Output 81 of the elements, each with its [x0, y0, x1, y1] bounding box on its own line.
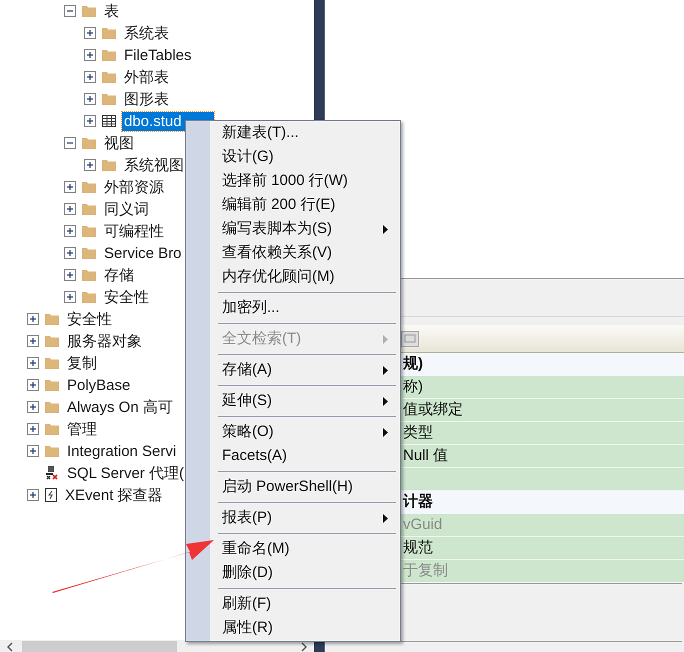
expand-icon[interactable] [64, 291, 76, 303]
expand-icon[interactable] [84, 115, 96, 127]
expand-icon[interactable] [84, 93, 96, 105]
expand-icon[interactable] [84, 159, 96, 171]
expand-icon[interactable] [27, 335, 39, 347]
menu-item[interactable]: 属性(R) [186, 616, 400, 640]
expand-icon[interactable] [64, 247, 76, 259]
collapse-icon[interactable] [64, 137, 76, 149]
expand-icon[interactable] [84, 27, 96, 39]
tree-item[interactable]: 表 [102, 2, 121, 20]
tree-item[interactable]: 外部表 [122, 68, 171, 86]
folder-icon [82, 247, 96, 259]
expand-icon[interactable] [27, 379, 39, 391]
table-icon [102, 115, 116, 127]
folder-icon [102, 49, 116, 61]
property-pages-icon[interactable] [401, 330, 419, 346]
tree-item[interactable]: 同义词 [102, 200, 151, 218]
tree-item[interactable]: PolyBase [65, 376, 132, 394]
folder-icon [45, 379, 59, 391]
expand-icon[interactable] [27, 445, 39, 457]
tree-item[interactable]: 安全性 [65, 310, 114, 328]
scrollbar-thumb[interactable] [22, 641, 177, 652]
tree-item[interactable]: Always On 高可 [65, 398, 175, 416]
folder-icon [82, 269, 96, 281]
tree-item[interactable]: 系统视图 [122, 156, 186, 174]
folder-icon [82, 225, 96, 237]
folder-icon [82, 203, 96, 215]
tree-item[interactable]: 存储 [102, 266, 136, 284]
expand-icon[interactable] [64, 269, 76, 281]
folder-icon [82, 291, 96, 303]
tree-item[interactable]: 复制 [65, 354, 99, 372]
expand-icon[interactable] [27, 401, 39, 413]
folder-icon [102, 27, 116, 39]
tree-item[interactable]: 管理 [65, 420, 99, 438]
folder-icon [82, 181, 96, 193]
expand-icon[interactable] [64, 181, 76, 193]
agent-icon [45, 466, 59, 480]
menu-item[interactable]: 刷新(F) [186, 592, 400, 616]
folder-icon [102, 159, 116, 171]
tree-item[interactable]: 系统表 [122, 24, 171, 42]
collapse-icon[interactable] [64, 5, 76, 17]
expand-icon[interactable] [64, 203, 76, 215]
menu-item[interactable]: 设计(G) [186, 145, 400, 169]
menu-item[interactable]: 查看依赖关系(V) [186, 241, 400, 265]
expand-icon[interactable] [84, 71, 96, 83]
folder-icon [45, 423, 59, 435]
tree-item[interactable]: 可编程性 [102, 222, 166, 240]
expand-icon[interactable] [64, 225, 76, 237]
menu-item[interactable]: 选择前 1000 行(W) [186, 169, 400, 193]
expand-icon[interactable] [27, 357, 39, 369]
menu-item[interactable]: 内存优化顾问(M) [186, 265, 400, 289]
folder-icon [45, 401, 59, 413]
tree-item[interactable]: 安全性 [102, 288, 151, 306]
folder-icon [102, 71, 116, 83]
expand-icon[interactable] [27, 423, 39, 435]
horizontal-scrollbar[interactable] [0, 640, 314, 652]
event-icon [45, 488, 57, 502]
menu-item[interactable]: 加密列... [186, 296, 400, 320]
menu-item[interactable]: 编辑前 200 行(E) [186, 193, 400, 217]
folder-icon [82, 137, 96, 149]
expand-icon[interactable] [27, 489, 39, 501]
tree-item[interactable]: FileTables [122, 46, 194, 64]
folder-icon [82, 5, 96, 17]
folder-icon [45, 357, 59, 369]
tree-item[interactable]: 视图 [102, 134, 136, 152]
tree-item[interactable]: Integration Servi [65, 442, 178, 460]
folder-icon [45, 445, 59, 457]
folder-icon [45, 335, 59, 347]
expand-icon[interactable] [27, 313, 39, 325]
tree-item[interactable]: 图形表 [122, 90, 171, 108]
tree-item[interactable]: Service Bro [102, 244, 184, 262]
menu-item[interactable]: 编写表脚本为(S) [186, 217, 400, 241]
tree-item[interactable]: 外部资源 [102, 178, 166, 196]
tree-item[interactable]: XEvent 探查器 [63, 486, 165, 504]
expand-icon[interactable] [84, 49, 96, 61]
tree-item[interactable]: SQL Server 代理( [65, 464, 186, 482]
folder-icon [102, 93, 116, 105]
scroll-right-icon[interactable] [300, 642, 308, 652]
tree-item[interactable]: 服务器对象 [65, 332, 144, 350]
folder-icon [45, 313, 59, 325]
scroll-left-icon[interactable] [6, 642, 14, 652]
